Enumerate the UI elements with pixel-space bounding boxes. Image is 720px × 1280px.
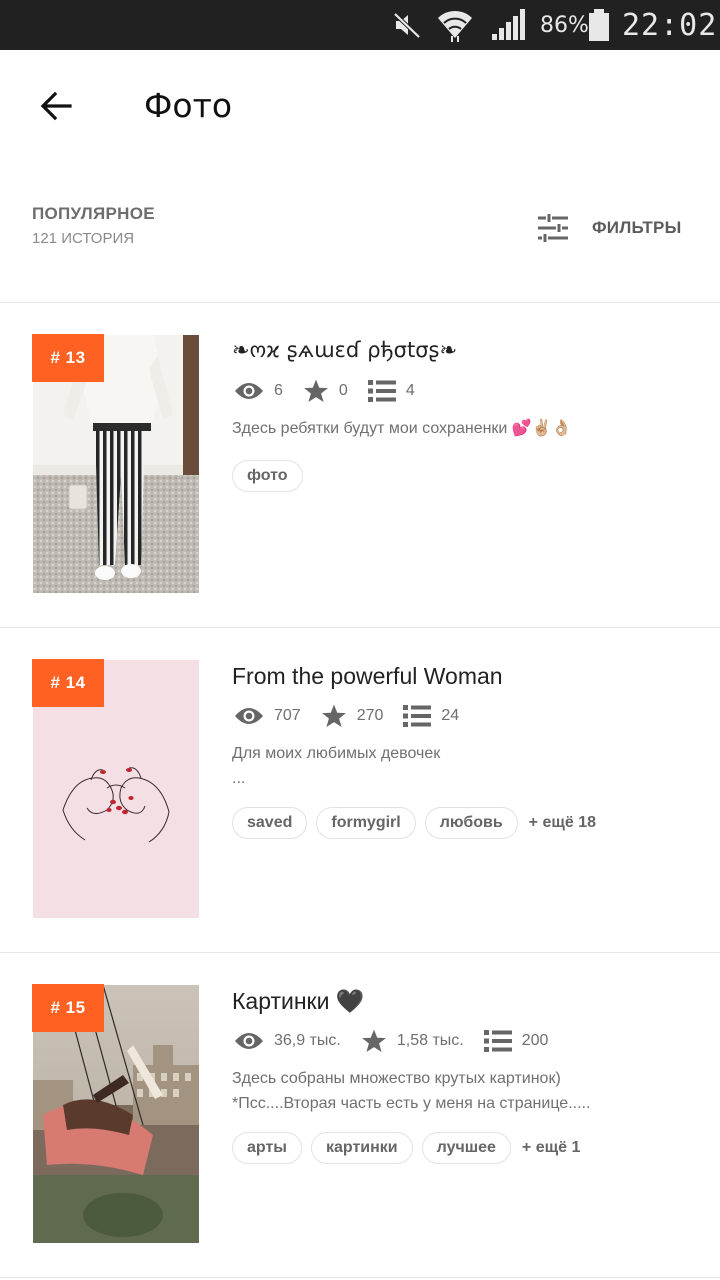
list-icon — [403, 705, 432, 727]
signal-icon — [490, 0, 526, 50]
status-bar: 86% 22:02 — [0, 0, 720, 50]
sort-title: ПОПУЛЯРНОЕ — [32, 204, 155, 223]
story-title: ❧ოϰ ʂѧɯɛɗ ρђσtσʂ❧ — [232, 338, 458, 362]
story-description: Здесь ребятки будут мои сохраненки 💕✌🏼👌🏼 — [232, 420, 572, 437]
parts-stat: 4 — [367, 379, 415, 403]
story-card[interactable]: # 14 From the powerful Woman 707 270 24 … — [0, 627, 720, 952]
tag-chip[interactable]: фото — [232, 460, 303, 492]
tag-chip[interactable]: любовь — [424, 807, 518, 839]
back-button[interactable] — [30, 80, 82, 132]
views-count: 36,9 тыс. — [274, 1032, 341, 1049]
list-icon — [483, 1030, 512, 1052]
star-icon — [361, 1029, 386, 1053]
tag-chip[interactable]: formygirl — [316, 807, 416, 839]
page-title: Фото — [144, 86, 233, 125]
battery-level: 86% — [540, 12, 589, 38]
app-bar: Фото — [0, 50, 720, 170]
list-icon — [367, 380, 396, 402]
story-stats: 6 0 4 — [234, 376, 435, 406]
eye-icon — [235, 383, 263, 399]
views-count: 6 — [274, 382, 283, 399]
parts-stat: 200 — [483, 1029, 549, 1053]
votes-stat: 270 — [321, 703, 384, 729]
story-description: Для моих любимых девочек ... — [232, 745, 441, 787]
star-icon — [321, 704, 346, 728]
tag-chip[interactable]: картинки — [310, 1132, 413, 1164]
sliders-icon — [538, 214, 568, 242]
eye-icon — [235, 708, 263, 724]
tag-list: фото — [232, 460, 312, 492]
views-count: 707 — [274, 707, 301, 724]
views-stat: 36,9 тыс. — [234, 1031, 341, 1051]
story-card[interactable]: # 15 Картинки 🖤 36,9 тыс. 1,58 тыс. 200 … — [0, 952, 720, 1277]
parts-count: 24 — [441, 707, 460, 724]
tag-chip[interactable]: арты — [232, 1132, 302, 1164]
story-stats: 36,9 тыс. 1,58 тыс. 200 — [234, 1026, 568, 1056]
parts-stat: 24 — [403, 704, 459, 728]
arrow-back-icon — [40, 91, 72, 121]
tag-chip[interactable]: saved — [232, 807, 308, 839]
star-icon — [303, 379, 328, 403]
mute-icon — [392, 0, 422, 50]
story-card[interactable]: # 13 ❧ოϰ ʂѧɯɛɗ ρђσtσʂ❧ 6 0 4 Здесь ребят… — [0, 302, 720, 627]
divider — [0, 1277, 720, 1278]
parts-count: 4 — [405, 382, 415, 399]
eye-icon — [235, 1033, 263, 1049]
rank-badge: # 13 — [32, 334, 104, 382]
sort-selector[interactable]: ПОПУЛЯРНОЕ 121 ИСТОРИЯ — [32, 204, 155, 247]
parts-count: 200 — [521, 1032, 549, 1049]
more-tags-link[interactable]: + ещё 1 — [522, 1139, 580, 1157]
votes-count: 0 — [338, 382, 348, 399]
filters-button[interactable]: ФИЛЬТРЫ — [536, 206, 682, 250]
story-description: Здесь собраны множество крутых картинок)… — [232, 1070, 591, 1112]
votes-stat: 1,58 тыс. — [361, 1028, 464, 1054]
filters-label: ФИЛЬТРЫ — [592, 218, 682, 237]
rank-badge: # 15 — [32, 984, 104, 1032]
battery-icon — [587, 0, 611, 50]
votes-stat: 0 — [303, 378, 348, 404]
rank-badge: # 14 — [32, 659, 104, 707]
clock: 22:02 — [622, 7, 718, 43]
story-count: 121 ИСТОРИЯ — [32, 230, 135, 247]
votes-count: 1,58 тыс. — [396, 1032, 464, 1049]
more-tags-link[interactable]: + ещё 18 — [529, 814, 596, 832]
tag-chip[interactable]: лучшее — [421, 1132, 511, 1164]
tag-list: арты картинки лучшее + ещё 1 — [232, 1132, 580, 1164]
story-stats: 707 270 24 — [234, 701, 479, 731]
views-stat: 6 — [234, 381, 283, 401]
votes-count: 270 — [356, 707, 384, 724]
tag-list: saved formygirl любовь + ещё 18 — [232, 807, 596, 839]
story-title: Картинки 🖤 — [232, 988, 365, 1014]
views-stat: 707 — [234, 706, 301, 726]
wifi-icon — [436, 0, 474, 50]
story-title: From the powerful Woman — [232, 663, 503, 689]
